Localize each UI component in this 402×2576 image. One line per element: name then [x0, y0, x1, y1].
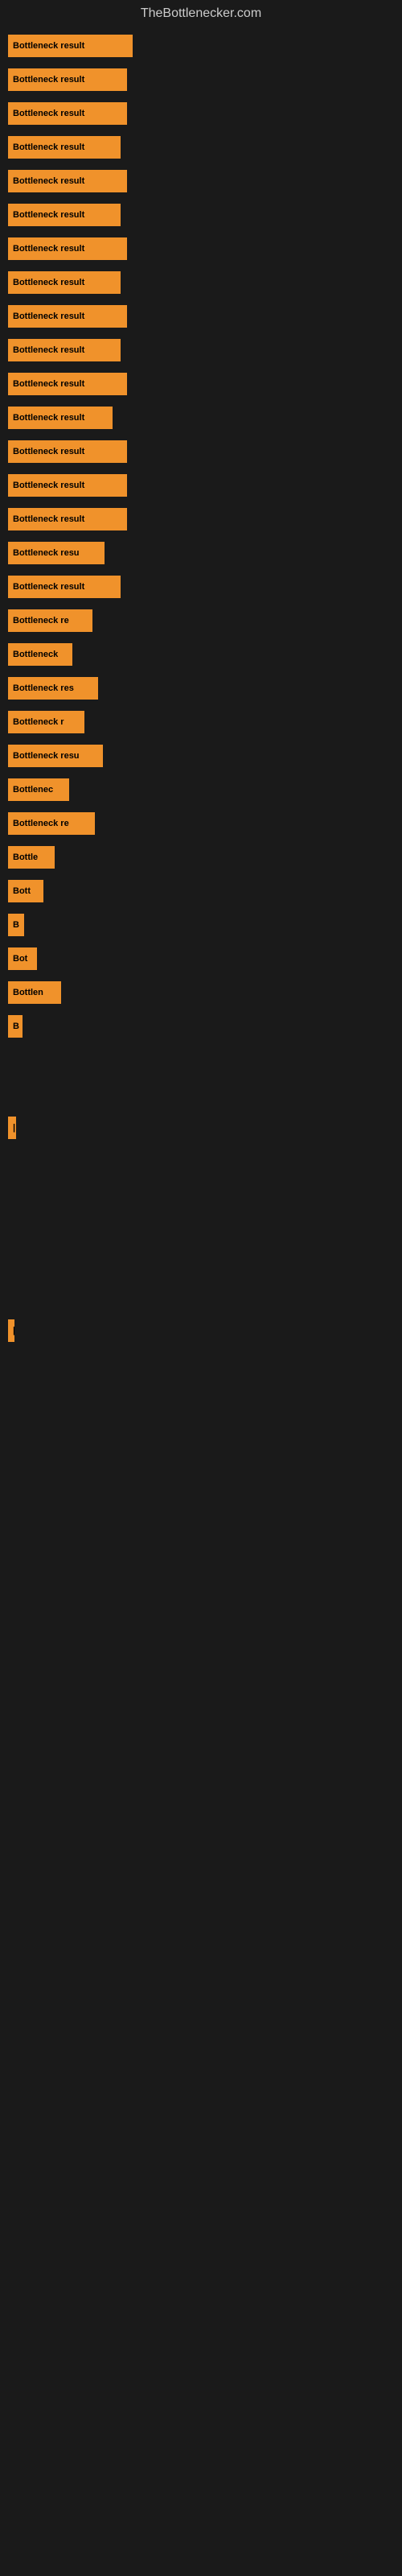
bottleneck-bar: Bottleneck result [8, 407, 113, 429]
bar-row [8, 1214, 394, 1245]
bar-row: Bottleneck result [8, 436, 394, 467]
bar-row: Bottleneck re [8, 605, 394, 636]
bar-row: Bottleneck result [8, 504, 394, 535]
bar-row: Bottleneck result [8, 166, 394, 196]
bottleneck-bar: Bottleneck result [8, 508, 127, 530]
bottleneck-bar: Bottleneck result [8, 204, 121, 226]
bottleneck-bar: Bottleneck result [8, 136, 121, 159]
bottleneck-bar: Bottleneck result [8, 271, 121, 294]
site-title: TheBottlenecker.com [0, 0, 402, 31]
bar-row: Bottlenec [8, 774, 394, 805]
bottleneck-bar: Bottleneck result [8, 237, 127, 260]
bottleneck-bar: Bottlen [8, 981, 61, 1004]
bar-row: Bottleneck resu [8, 538, 394, 568]
bottleneck-bar: Bottleneck result [8, 305, 127, 328]
bar-row: Bottleneck result [8, 470, 394, 501]
bar-row: | [8, 1113, 394, 1143]
bar-row: Bottleneck resu [8, 741, 394, 771]
bar-row: Bottleneck result [8, 402, 394, 433]
bottleneck-bar: Bottleneck result [8, 474, 127, 497]
bar-row: Bottleneck result [8, 98, 394, 129]
bar-row: Bottleneck result [8, 267, 394, 298]
bar-row: Bottleneck result [8, 64, 394, 95]
bottleneck-bar: B [8, 1015, 23, 1038]
bottleneck-bar: Bottleneck result [8, 339, 121, 361]
bar-row: Bott [8, 876, 394, 906]
bottleneck-bar: Bottleneck resu [8, 745, 103, 767]
bar-row: Bottleneck r [8, 707, 394, 737]
bar-row: Bottleneck result [8, 572, 394, 602]
bottleneck-bar: Bottleneck result [8, 68, 127, 91]
bottleneck-bar: | [8, 1319, 14, 1342]
bottleneck-bar: Bottle [8, 846, 55, 869]
bottleneck-bar: Bottleneck res [8, 677, 98, 700]
bar-row: Bottlen [8, 977, 394, 1008]
bars-container: Bottleneck result Bottleneck result Bottle… [0, 31, 402, 1349]
bar-row: B [8, 910, 394, 940]
bar-row: | [8, 1315, 394, 1346]
bottleneck-bar: Bottleneck resu [8, 542, 105, 564]
bar-row: Bot [8, 943, 394, 974]
bottleneck-bar: Bottlenec [8, 778, 69, 801]
bottleneck-bar: Bottleneck result [8, 576, 121, 598]
bar-row: Bottleneck result [8, 132, 394, 163]
bottleneck-bar: Bottleneck result [8, 373, 127, 395]
bottleneck-bar: Bott [8, 880, 43, 902]
bar-row: Bottleneck result [8, 233, 394, 264]
bar-row: Bottleneck re [8, 808, 394, 839]
bar-row: Bottleneck result [8, 301, 394, 332]
bottleneck-bar: Bottleneck result [8, 102, 127, 125]
bottleneck-bar: Bottleneck re [8, 812, 95, 835]
bar-row [8, 1079, 394, 1109]
bar-row [8, 1045, 394, 1075]
bar-row: B [8, 1011, 394, 1042]
bar-row [8, 1282, 394, 1312]
bottleneck-bar: B [8, 914, 24, 936]
bar-row: Bottleneck result [8, 31, 394, 61]
bottleneck-bar: Bot [8, 947, 37, 970]
bottleneck-bar: Bottleneck result [8, 440, 127, 463]
bar-row: Bottleneck result [8, 200, 394, 230]
bar-row: Bottleneck [8, 639, 394, 670]
bottleneck-bar: Bottleneck result [8, 35, 133, 57]
bar-row: Bottleneck res [8, 673, 394, 704]
bar-row: Bottleneck result [8, 335, 394, 365]
bar-row [8, 1180, 394, 1211]
bottleneck-bar: Bottleneck result [8, 170, 127, 192]
bar-row [8, 1146, 394, 1177]
bottleneck-bar: Bottleneck re [8, 609, 92, 632]
bar-row: Bottle [8, 842, 394, 873]
bottleneck-bar: | [8, 1117, 16, 1139]
bar-row [8, 1248, 394, 1278]
bottleneck-bar: Bottleneck r [8, 711, 84, 733]
bottleneck-bar: Bottleneck [8, 643, 72, 666]
bar-row: Bottleneck result [8, 369, 394, 399]
